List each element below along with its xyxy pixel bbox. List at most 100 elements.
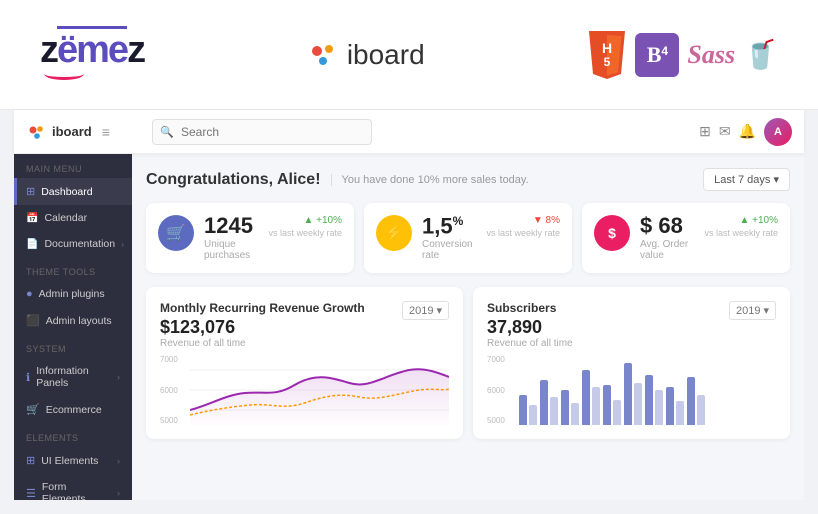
app-header: iboard ≡ 🔍 ⊞ ✉ 🔔 A	[14, 110, 804, 154]
sidebar-label-info-panels: Information Panels	[36, 365, 111, 389]
chart-year-subscribers[interactable]: 2019 ▾	[729, 301, 776, 320]
sidebar-label-ecommerce: Ecommerce	[46, 404, 102, 416]
bar-item	[603, 385, 611, 425]
search-input[interactable]	[152, 119, 372, 145]
bar-item	[687, 377, 695, 425]
chevron-down-icon-revenue: ▾	[436, 304, 442, 317]
bell-icon[interactable]: 🔔	[739, 123, 756, 140]
bar-item-light	[697, 395, 705, 425]
purchases-label: Unique purchases	[204, 239, 258, 261]
bar-item	[645, 375, 653, 425]
hamburger-icon[interactable]: ≡	[102, 124, 110, 140]
sidebar-label-admin-layouts: Admin layouts	[46, 315, 112, 327]
welcome-text: Congratulations, Alice! You have done 10…	[146, 171, 529, 189]
info-icon: ℹ	[26, 371, 30, 384]
ecommerce-icon: 🛒	[26, 403, 40, 416]
sidebar-item-admin-plugins[interactable]: ● Admin plugins	[14, 281, 132, 307]
chart-sub-subscribers: Revenue of all time	[487, 338, 573, 349]
sidebar-section-theme-tools: THEME TOOLS	[14, 257, 132, 281]
chevron-right-icon: ›	[121, 239, 124, 249]
chart-year-label-subscribers: 2019	[736, 305, 760, 317]
chart-year-revenue[interactable]: 2019 ▾	[402, 301, 449, 320]
zemes-logo: zëmez	[40, 29, 144, 80]
chart-area-revenue: 7000 6000 5000	[160, 355, 449, 425]
conversion-info: 1,5% Conversion rate	[422, 215, 476, 261]
bar-group-6	[624, 363, 642, 425]
order-value-value: $ 68	[640, 215, 694, 237]
main-content: Congratulations, Alice! You have done 10…	[132, 154, 804, 500]
zemes-smile-decoration	[44, 68, 84, 80]
chart-value-subscribers: 37,890	[487, 317, 573, 338]
line-chart-svg	[190, 355, 449, 425]
bar-group-7	[645, 375, 663, 425]
bar-group-2	[540, 380, 558, 425]
welcome-greeting: Congratulations, Alice!	[146, 171, 321, 189]
chart-header-revenue: Monthly Recurring Revenue Growth $123,07…	[160, 301, 449, 349]
chart-y-labels-revenue: 7000 6000 5000	[160, 355, 178, 425]
ui-icon: ⊞	[26, 454, 35, 467]
conversion-change: ▼ 8% vs last weekly rate	[486, 215, 560, 238]
chart-title-subscribers: Subscribers	[487, 301, 573, 315]
order-value-label: Avg. Order value	[640, 239, 694, 261]
chevron-right-icon-info: ›	[117, 372, 120, 382]
purchases-value: 1245	[204, 215, 258, 237]
plugin-icon: ●	[26, 288, 33, 300]
conversion-value: 1,5%	[422, 215, 476, 237]
zemes-logo-text: zëmez	[40, 29, 144, 72]
bar-item-light	[592, 387, 600, 425]
conversion-icon: ⚡	[376, 215, 412, 251]
sidebar-item-info-panels[interactable]: ℹ Information Panels ›	[14, 358, 132, 396]
bar-group-4	[582, 370, 600, 425]
sidebar-section-system: SYSTEM	[14, 334, 132, 358]
chart-info-subscribers: Subscribers 37,890 Revenue of all time	[487, 301, 573, 349]
y-label-6000-sub: 6000	[487, 386, 505, 395]
period-dropdown[interactable]: Last 7 days ▾	[703, 168, 790, 191]
grid-icon[interactable]: ⊞	[699, 123, 711, 140]
sidebar-label-dashboard: Dashboard	[41, 186, 92, 198]
chart-header-subscribers: Subscribers 37,890 Revenue of all time 2…	[487, 301, 776, 349]
dashboard-icon: ⊞	[26, 185, 35, 198]
sidebar-item-form-elements[interactable]: ☰ Form Elements ›	[14, 474, 132, 500]
top-header: zëmez iboard H 5 B 4 Sass �	[0, 0, 818, 110]
bar-item	[519, 395, 527, 425]
bar-item	[666, 387, 674, 425]
search-icon: 🔍	[160, 125, 174, 138]
avatar[interactable]: A	[764, 118, 792, 146]
bar-item	[582, 370, 590, 425]
stat-card-purchases: 🛒 1245 Unique purchases ▲ +10% vs last w…	[146, 203, 354, 273]
order-value-change: ▲ +10% vs last weekly rate	[704, 215, 778, 238]
sidebar-item-ui-elements[interactable]: ⊞ UI Elements ›	[14, 447, 132, 474]
y-label-5000: 5000	[160, 416, 178, 425]
sidebar-section-elements: ELEMENTS	[14, 423, 132, 447]
chart-title-revenue: Monthly Recurring Revenue Growth	[160, 301, 365, 315]
y-label-6000: 6000	[160, 386, 178, 395]
stat-card-order-value: $ $ 68 Avg. Order value ▲ +10% vs last w…	[582, 203, 790, 273]
purchases-info: 1245 Unique purchases	[204, 215, 258, 261]
sidebar: MAIN MENU ⊞ Dashboard 📅 Calendar 📄 Docum…	[14, 154, 132, 500]
iboard-dots-icon	[307, 39, 339, 71]
sidebar-item-documentation[interactable]: 📄 Documentation ›	[14, 231, 132, 257]
header-actions: ⊞ ✉ 🔔 A	[699, 118, 792, 146]
sidebar-item-calendar[interactable]: 📅 Calendar	[14, 205, 132, 231]
welcome-bar: Congratulations, Alice! You have done 10…	[146, 168, 790, 191]
form-icon: ☰	[26, 487, 36, 500]
conversion-change-value: ▼ 8%	[486, 215, 560, 226]
sidebar-item-admin-layouts[interactable]: ⬛ Admin layouts	[14, 307, 132, 334]
calendar-icon: 📅	[26, 213, 38, 224]
chart-y-labels-subscribers: 7000 6000 5000	[487, 355, 505, 425]
purchases-icon: 🛒	[158, 215, 194, 251]
bar-item-light	[634, 383, 642, 425]
mail-icon[interactable]: ✉	[719, 123, 731, 140]
sidebar-label-form-elements: Form Elements	[42, 481, 111, 500]
tech-icons-group: H 5 B 4 Sass 🥤	[587, 31, 778, 79]
sidebar-item-ecommerce[interactable]: 🛒 Ecommerce	[14, 396, 132, 423]
y-label-7000: 7000	[160, 355, 178, 364]
svg-text:5: 5	[604, 55, 611, 69]
bar-item-light	[571, 403, 579, 425]
sidebar-label-documentation: Documentation	[44, 238, 115, 250]
order-value-icon: $	[594, 215, 630, 251]
bar-group-3	[561, 390, 579, 425]
html5-icon: H 5	[587, 31, 627, 79]
sidebar-item-dashboard[interactable]: ⊞ Dashboard	[14, 178, 132, 205]
chevron-right-icon-ui: ›	[117, 456, 120, 466]
